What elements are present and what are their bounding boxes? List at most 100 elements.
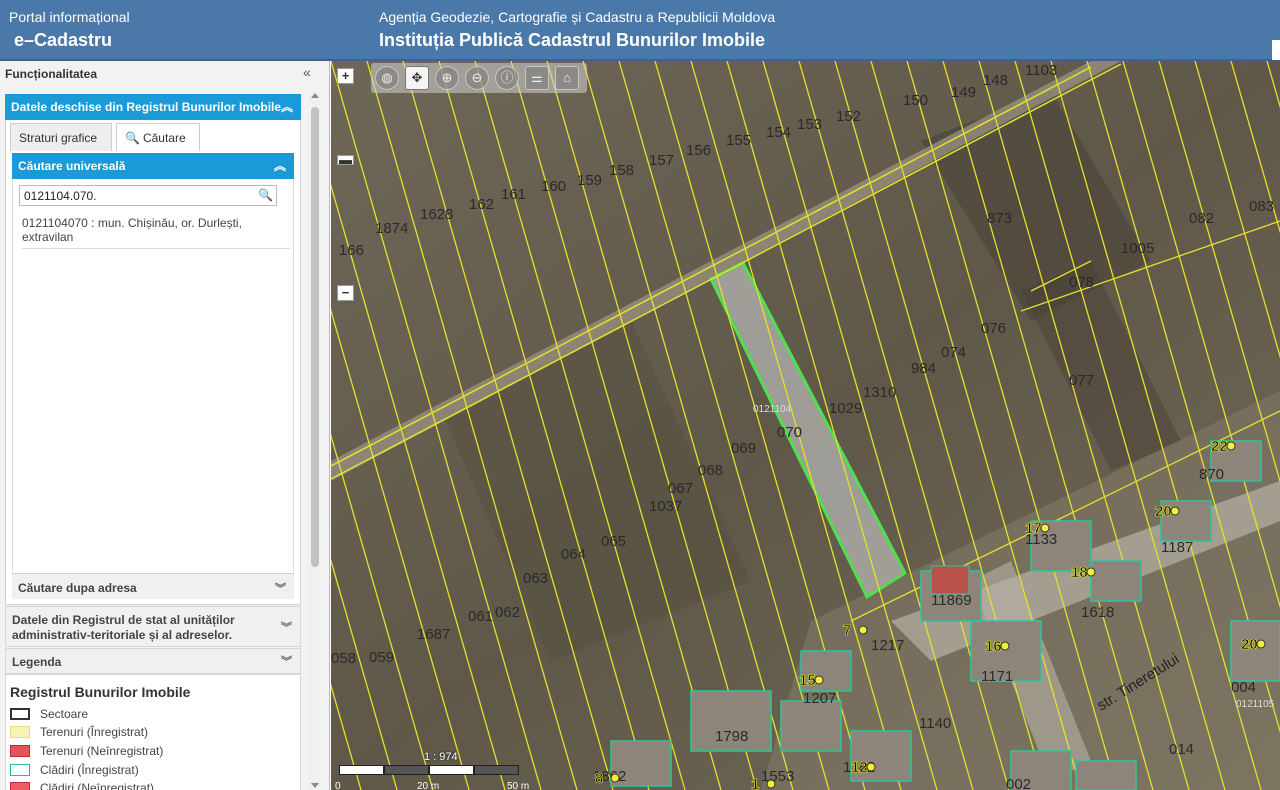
parcel-number-label[interactable]: 068 [698,462,723,479]
parcel-number-label[interactable]: 154 [766,124,791,141]
parcel-number-label[interactable]: 0121104 [753,404,792,415]
parcel-number-label[interactable]: 083 [1249,198,1274,215]
address-point-icon[interactable] [866,762,876,772]
address-point-icon[interactable] [1040,523,1050,533]
parcel-number-label[interactable]: 0121105 [1236,699,1275,710]
parcel-number-label[interactable]: 161 [501,186,526,203]
tab-cautare[interactable]: 🔍 Căutare [116,123,200,151]
panel-scrollbar[interactable] [308,91,322,790]
parcel-number-label[interactable]: 062 [495,604,520,621]
parcel-number-label[interactable]: 069 [731,440,756,457]
parcel-number-label[interactable]: 1207 [803,690,836,707]
parcel-number-label[interactable]: 067 [668,480,693,497]
parcel-number-label[interactable]: 1037 [649,498,682,515]
search-icon[interactable]: 🔍 [258,188,273,202]
chevron-down-icon[interactable]: ︾ [275,580,286,596]
state-register-header[interactable]: Datele din Registrul de stat al unitățil… [5,606,301,647]
address-point-icon[interactable] [1086,567,1096,577]
parcel-number-label[interactable]: 064 [561,546,586,563]
parcel-number-label[interactable]: 014 [1169,741,1194,758]
building-outline[interactable] [780,700,842,752]
parcel-number-label[interactable]: 1187 [1161,539,1193,556]
parcel-number-label[interactable]: 153 [797,116,822,133]
parcel-number-label[interactable]: 152 [836,108,861,125]
parcel-number-label[interactable]: 1553 [761,768,794,785]
building-number-label[interactable]: 16 [985,638,1002,656]
building-number-label[interactable]: 1 [751,776,760,790]
address-point-icon[interactable] [610,773,620,783]
parcel-number-label[interactable]: 155 [726,132,751,149]
scroll-up-icon[interactable] [311,93,319,98]
address-point-icon[interactable] [814,675,824,685]
parcel-number-label[interactable]: 063 [523,570,548,587]
tab-straturi-grafice[interactable]: Straturi grafice [10,123,112,151]
building-number-label[interactable]: 20 [1155,503,1172,521]
address-point-icon[interactable] [1000,641,1010,651]
measure-icon[interactable]: ⚌ [525,66,549,90]
parcel-number-label[interactable]: 1310 [863,384,896,401]
chevron-up-icon[interactable]: ︽ [281,98,293,115]
building-outline[interactable] [1090,560,1142,602]
parcel-number-label[interactable]: 148 [983,72,1008,89]
zoom-in-button[interactable]: + [337,68,354,84]
parcel-number-label[interactable]: 150 [903,92,928,109]
parcel-number-label[interactable]: 158 [609,162,634,179]
parcel-number-label[interactable]: 1140 [919,715,951,732]
search-input[interactable]: 0121104.070. 🔍 [19,185,277,206]
parcel-number-label[interactable]: 070 [777,424,802,441]
parcel-number-label[interactable]: 870 [1199,466,1224,483]
building-number-label[interactable]: 20 [1241,636,1258,654]
zoom-out-icon[interactable]: ⊖ [465,66,489,90]
parcel-number-label[interactable]: 002 [1006,776,1031,790]
zoom-out-button[interactable]: − [337,285,354,301]
chevron-down-icon[interactable]: ︾ [281,621,292,636]
parcel-number-label[interactable]: 061 [468,608,493,625]
parcel-number-label[interactable]: 058 [331,650,356,667]
portal-title[interactable]: e–Cadastru [14,30,112,51]
parcel-number-label[interactable]: 074 [941,344,966,361]
parcel-number-label[interactable]: 149 [951,84,976,101]
parcel-number-label[interactable]: 1029 [829,400,862,417]
parcel-number-label[interactable]: 059 [369,649,394,666]
parcel-number-label[interactable]: 077 [1069,372,1094,389]
header-edge-tab[interactable] [1272,40,1280,60]
parcel-number-label[interactable]: 1618 [1081,604,1114,621]
cadastral-map[interactable]: 1103148149150152153154155156157158159160… [331,61,1280,790]
parcel-number-label[interactable]: 082 [1189,210,1214,227]
parcel-number-label[interactable]: 004 [1231,679,1256,696]
building-outline[interactable] [930,565,970,595]
parcel-number-label[interactable]: 065 [601,533,626,550]
legend-header[interactable]: Legenda ︾ [5,648,301,674]
building-number-label[interactable]: 12 [851,759,868,777]
scroll-down-icon[interactable] [311,783,319,788]
building-number-label[interactable]: 17 [1025,520,1042,538]
search-result-item[interactable]: 0121104070 : mun. Chișinău, or. Durlești… [22,216,292,244]
building-icon[interactable]: ⌂ [555,66,579,90]
chevron-up-icon[interactable]: ︽ [274,157,286,174]
address-point-icon[interactable] [858,625,868,635]
building-number-label[interactable]: 22 [1211,438,1228,456]
address-point-icon[interactable] [1226,441,1236,451]
parcel-number-label[interactable]: 1005 [1121,240,1154,257]
parcel-number-label[interactable]: 166 [339,242,364,259]
building-number-label[interactable]: 15 [799,672,816,690]
parcel-number-label[interactable]: 11869 [931,592,972,609]
parcel-number-label[interactable]: 1217 [871,637,904,654]
address-search-header[interactable]: Căutare dupa adresa ︾ [12,573,294,599]
parcel-number-label[interactable]: 1798 [715,728,748,745]
address-point-icon[interactable] [1170,506,1180,516]
address-point-icon[interactable] [766,779,776,789]
chevron-down-icon[interactable]: ︾ [281,655,292,670]
parcel-number-label[interactable]: 1103 [1025,62,1057,79]
parcel-number-label[interactable]: 873 [987,210,1012,227]
building-outline[interactable] [1075,760,1137,790]
zoom-slider-handle[interactable]: ▬ [337,153,354,166]
pan-icon[interactable]: ✥ [405,66,429,90]
zoom-in-icon[interactable]: ⊕ [435,66,459,90]
double-chevron-left-icon[interactable]: « [303,64,311,80]
universal-search-header[interactable]: Căutare universală ︽ [12,153,294,179]
parcel-number-label[interactable]: 076 [981,320,1006,337]
globe-icon[interactable]: ◍ [375,66,399,90]
building-number-label[interactable]: 7 [843,622,852,640]
parcel-number-label[interactable]: 1687 [417,626,450,643]
